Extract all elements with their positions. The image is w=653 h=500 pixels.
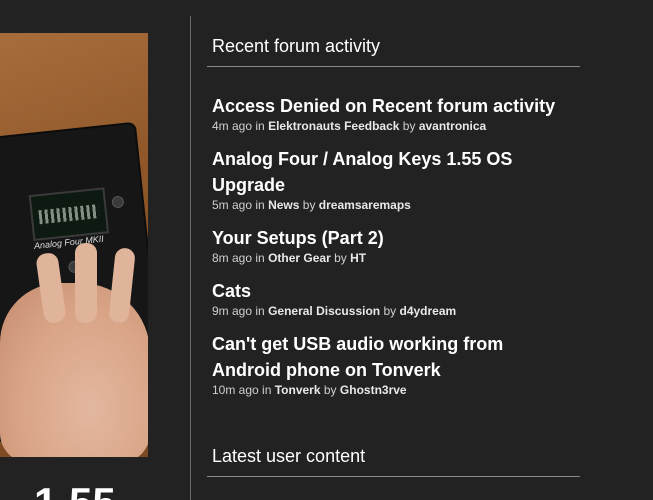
topic-user-link[interactable]: dreamsaremaps <box>319 198 411 212</box>
topic-meta: 10m ago in Tonverk by Ghostn3rve <box>212 382 407 397</box>
topic-link[interactable]: Access Denied on Recent forum activity <box>212 93 575 119</box>
topic-time: 4m ago <box>212 118 253 133</box>
topic-link[interactable]: Your Setups (Part 2) <box>212 225 575 251</box>
topic-category-link[interactable]: General Discussion <box>268 304 380 318</box>
topic-meta: 4m ago in Elektronauts Feedback by avant… <box>212 118 487 133</box>
topic-item: Access Denied on Recent forum activity 4… <box>207 93 580 134</box>
topic-time: 8m ago <box>212 250 253 265</box>
topic-meta: 8m ago in Other Gear by HT <box>212 250 367 265</box>
topic-item: Your Setups (Part 2) 8m ago in Other Gea… <box>207 225 580 266</box>
recent-activity-heading: Recent forum activity <box>207 26 580 67</box>
knob-icon <box>111 195 125 209</box>
topic-meta: 5m ago in News by dreamsaremaps <box>212 197 411 212</box>
topic-user-link[interactable]: d4ydream <box>399 304 456 318</box>
topic-user-link[interactable]: Ghostn3rve <box>340 383 407 397</box>
topic-item: Analog Four / Analog Keys 1.55 OS Upgrad… <box>207 146 580 213</box>
latest-content-heading: Latest user content <box>207 436 580 477</box>
latest-content-panel: Latest user content <box>207 436 580 477</box>
device-screen <box>28 187 110 242</box>
topic-meta: 9m ago in General Discussion by d4ydream <box>212 303 457 318</box>
topic-link[interactable]: Cats <box>212 278 575 304</box>
topic-link[interactable]: Analog Four / Analog Keys 1.55 OS Upgrad… <box>212 146 575 198</box>
topic-link[interactable]: Can't get USB audio working from Android… <box>212 331 575 383</box>
topic-time: 9m ago <box>212 303 253 318</box>
column-divider <box>190 16 191 500</box>
article-heading-fragment: 1.55 <box>0 470 190 500</box>
topic-user-link[interactable]: avantronica <box>419 119 486 133</box>
topic-item: Cats 9m ago in General Discussion by d4y… <box>207 278 580 319</box>
version-number: 1.55 <box>34 482 116 500</box>
topic-category-link[interactable]: News <box>268 198 299 212</box>
topic-item: Can't get USB audio working from Android… <box>207 331 580 398</box>
topic-user-link[interactable]: HT <box>350 251 366 265</box>
topic-time: 10m ago <box>212 382 259 397</box>
article-column: Analog Four MKII 1.55 <box>0 0 190 500</box>
recent-activity-panel: Recent forum activity Access Denied on R… <box>207 26 580 398</box>
topic-category-link[interactable]: Other Gear <box>268 251 331 265</box>
topic-list: Access Denied on Recent forum activity 4… <box>207 93 580 398</box>
topic-category-link[interactable]: Elektronauts Feedback <box>268 119 399 133</box>
topic-category-link[interactable]: Tonverk <box>275 383 321 397</box>
topic-time: 5m ago <box>212 197 253 212</box>
hero-image[interactable]: Analog Four MKII <box>0 33 148 457</box>
hand-illustration <box>0 243 148 457</box>
